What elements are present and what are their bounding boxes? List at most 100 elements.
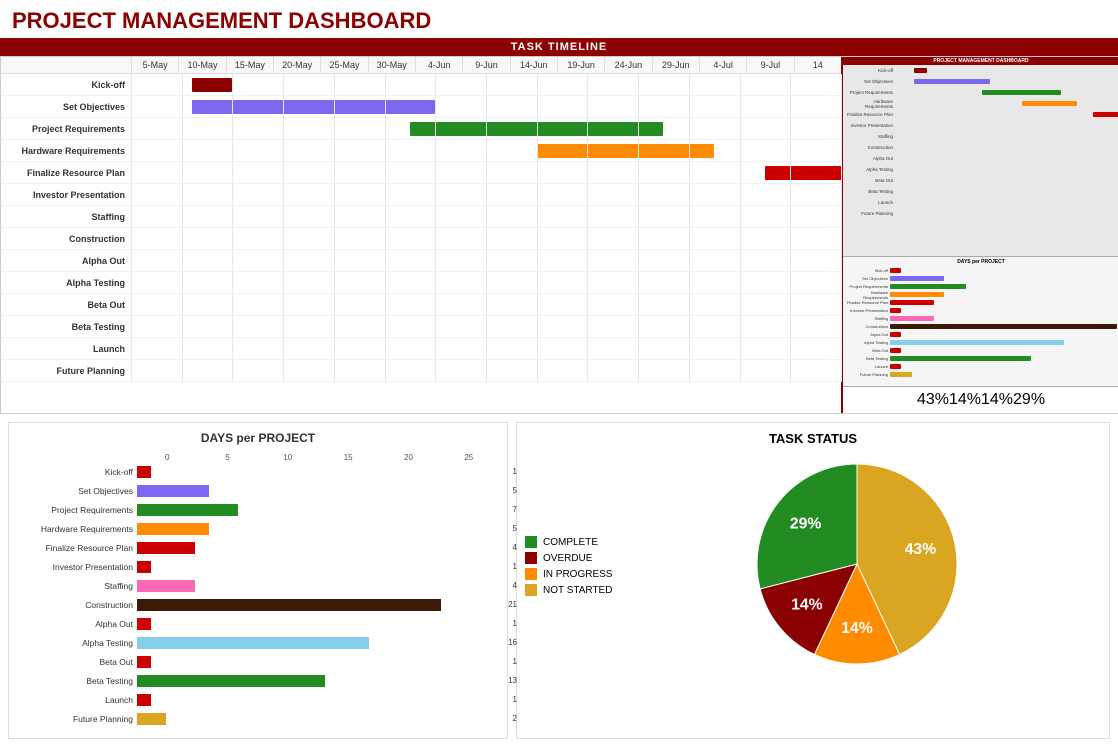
gantt-date-label: 30-May (368, 57, 415, 73)
gantt-grid-line (587, 140, 588, 162)
gantt-grid-line (131, 228, 132, 250)
gantt-bar (192, 78, 233, 92)
gantt-grid-line (587, 250, 588, 272)
gantt-grid-line (232, 96, 233, 118)
legend-label: COMPLETE (543, 537, 598, 548)
gantt-grid-line (385, 206, 386, 228)
gantt-grid-line (435, 360, 436, 382)
legend-item: OVERDUE (525, 552, 612, 564)
gantt-grid-line (232, 228, 233, 250)
svg-text:29%: 29% (790, 515, 821, 532)
gantt-grid-line (435, 74, 436, 96)
bar-row-track: 7 (137, 504, 499, 516)
gantt-grid-line (435, 140, 436, 162)
gantt-grid-line (587, 118, 588, 140)
bar-row-fill (137, 523, 209, 535)
bar-row-fill (137, 542, 195, 554)
bar-row-fill (137, 485, 209, 497)
gantt-bar-area (131, 294, 841, 316)
gantt-grid-line (182, 96, 183, 118)
gantt-rows: Kick-offSet ObjectivesProject Requiremen… (1, 74, 841, 382)
legend-label: IN PROGRESS (543, 569, 612, 580)
legend-item: IN PROGRESS (525, 568, 612, 580)
bar-row-track: 1 (137, 618, 499, 630)
gantt-grid-line (283, 74, 284, 96)
gantt-grid-line (790, 140, 791, 162)
bar-row-fill (137, 656, 151, 668)
bar-chart-row: Hardware Requirements5 (17, 521, 499, 537)
gantt-grid-line (182, 360, 183, 382)
gantt-grid-line (334, 96, 335, 118)
gantt-bar-area (131, 360, 841, 382)
bar-chart-row: Kick-off1 (17, 464, 499, 480)
gantt-grid-line (537, 184, 538, 206)
gantt-grid-line (638, 206, 639, 228)
thumbnail-task-row: Future Planning (843, 208, 1118, 219)
gantt-grid-line (638, 272, 639, 294)
gantt-date-label: 20-May (273, 57, 320, 73)
thumbnail-task-row: Alpha Out (843, 153, 1118, 164)
gantt-grid-line (740, 316, 741, 338)
gantt-bar-area (131, 184, 841, 206)
gantt-date-label: 4-Jul (699, 57, 746, 73)
gantt-date-label: 4-Jun (415, 57, 462, 73)
gantt-grid-line (841, 250, 842, 272)
gantt-grid-line (537, 96, 538, 118)
bar-row-label: Hardware Requirements (17, 524, 137, 534)
gantt-grid-line (587, 184, 588, 206)
gantt-task-label: Construction (1, 234, 131, 244)
gantt-grid-line (435, 228, 436, 250)
gantt-grid-line (232, 118, 233, 140)
gantt-bar-area (131, 140, 841, 162)
legend-item: COMPLETE (525, 536, 612, 548)
bar-row-fill (137, 466, 151, 478)
bar-chart-row: Beta Out1 (17, 654, 499, 670)
gantt-grid-line (689, 250, 690, 272)
gantt-grid-line (638, 184, 639, 206)
legend-label: NOT STARTED (543, 585, 612, 596)
bar-chart-row: Project Requirements7 (17, 502, 499, 518)
gantt-grid-line (182, 118, 183, 140)
bar-row-label: Future Planning (17, 714, 137, 724)
gantt-task-row: Investor Presentation (1, 184, 841, 206)
svg-text:43%: 43% (917, 391, 949, 408)
bar-row-label: Beta Out (17, 657, 137, 667)
gantt-section: 5-May10-May15-May20-May25-May30-May4-Jun… (0, 56, 1118, 414)
bar-row-value: 1 (513, 561, 517, 573)
status-legend: COMPLETE OVERDUE IN PROGRESS NOT STARTED (525, 536, 612, 600)
bar-chart-row: Finalize Resource Plan4 (17, 540, 499, 556)
gantt-grid-line (385, 338, 386, 360)
gantt-chart: 5-May10-May15-May20-May25-May30-May4-Jun… (1, 57, 841, 413)
bar-row-track: 1 (137, 656, 499, 668)
gantt-bar-area (131, 118, 841, 140)
bar-row-label: Project Requirements (17, 505, 137, 515)
gantt-grid-line (131, 206, 132, 228)
gantt-grid-line (131, 338, 132, 360)
gantt-grid-line (435, 272, 436, 294)
bar-row-value: 7 (513, 504, 517, 516)
gantt-grid-line (841, 228, 842, 250)
bar-row-track: 21 (137, 599, 499, 611)
gantt-date-label: 9-Jul (746, 57, 793, 73)
gantt-grid-line (841, 272, 842, 294)
gantt-grid-line (740, 294, 741, 316)
gantt-task-label: Launch (1, 344, 131, 354)
bar-row-value: 2 (513, 713, 517, 725)
gantt-grid-line (841, 338, 842, 360)
gantt-grid-line (283, 162, 284, 184)
gantt-grid-line (385, 118, 386, 140)
gantt-grid-line (283, 272, 284, 294)
bar-row-track: 1 (137, 466, 499, 478)
gantt-date-label: 5-May (131, 57, 178, 73)
thumbnail-task-row: Construction (843, 142, 1118, 153)
gantt-grid-line (385, 272, 386, 294)
gantt-task-label: Beta Out (1, 300, 131, 310)
gantt-grid-line (131, 162, 132, 184)
gantt-grid-line (689, 140, 690, 162)
gantt-grid-line (182, 162, 183, 184)
bar-chart-row: Staffing4 (17, 578, 499, 594)
gantt-task-row: Finalize Resource Plan (1, 162, 841, 184)
svg-text:14%: 14% (981, 391, 1013, 408)
gantt-task-label: Alpha Testing (1, 278, 131, 288)
bar-row-track: 4 (137, 580, 499, 592)
